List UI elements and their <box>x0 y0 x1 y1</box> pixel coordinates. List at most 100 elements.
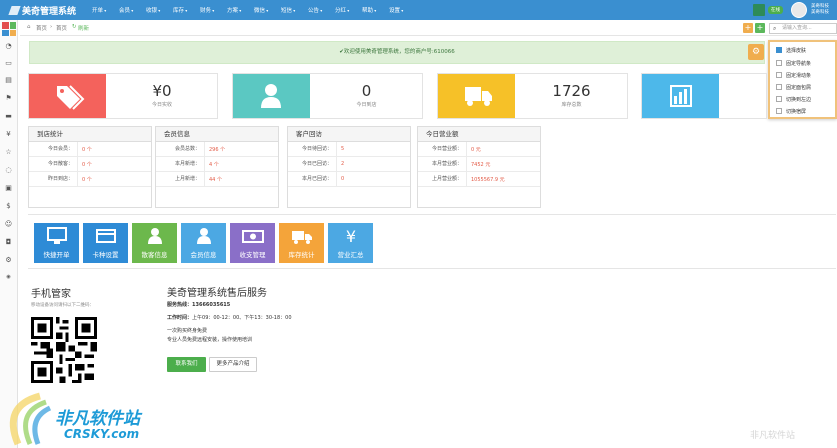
stat-label: 今日到店 <box>356 102 377 108</box>
panel-member-info: 会员信息 会员总数： 296 个 本月新增： 4 个 上月新增： 44 个 <box>155 126 279 208</box>
shortcut-guest-info[interactable]: 散客信息 <box>132 223 177 263</box>
shortcut-business-summary[interactable]: ¥ 营业汇总 <box>328 223 373 263</box>
shortcut-income-expense[interactable]: 收支管理 <box>230 223 275 263</box>
card-icon[interactable]: ▤ <box>3 75 14 86</box>
row-label: 本月新增： <box>156 156 205 172</box>
settings-gear-button[interactable]: ⚙ <box>748 44 764 60</box>
dd-switch-screen[interactable]: 切换宿屏 <box>776 108 806 115</box>
table-row: 上月营业额： 1055567.9 元 <box>418 171 540 187</box>
table-row: 会员总数： 296 个 <box>156 141 278 157</box>
collapse-icon[interactable]: ◉ <box>3 272 14 283</box>
stat-card-inventory[interactable]: 1726 库存总数 <box>437 73 628 119</box>
shortcut-label: 卡种设置 <box>92 251 119 259</box>
search-placeholder: 请输入查询... <box>782 24 812 31</box>
shortcut-inventory-stats[interactable]: 库存统计 <box>279 223 324 263</box>
breadcrumb-home[interactable]: 首页 <box>36 24 47 32</box>
menu-item-finance[interactable]: 财务 <box>200 6 227 14</box>
stat-card-revenue[interactable]: ¥0 今日实收 <box>28 73 218 119</box>
logo-icon <box>8 6 21 15</box>
dd-skin[interactable]: 选择皮肤 <box>776 47 806 54</box>
truck-icon[interactable]: ▬ <box>3 111 14 122</box>
tag-icon <box>29 74 106 118</box>
table-row: 昨日到店： 0 个 <box>29 171 151 187</box>
checkbox-icon[interactable] <box>776 108 782 114</box>
flag-icon[interactable]: ⚑ <box>3 93 14 104</box>
menu-item-wechat[interactable]: 微信 <box>254 6 281 14</box>
dd-fixed-sidebar[interactable]: 固定滑动条 <box>776 72 811 79</box>
refresh-link[interactable]: 刷新 <box>78 24 89 32</box>
stat-card-report[interactable] <box>641 73 767 119</box>
shortcut-member-info[interactable]: 会员信息 <box>181 223 226 263</box>
table-row: 今日散客： 0 个 <box>29 156 151 172</box>
menu-item-help[interactable]: 帮助 <box>362 6 389 14</box>
gift-icon[interactable]: ▣ <box>3 183 14 194</box>
save-icon[interactable]: ◘ <box>3 237 14 248</box>
row-value: 4 个 <box>209 161 219 168</box>
menu-item-member[interactable]: 会员 <box>119 6 146 14</box>
shortcut-bar: 快捷开单 卡种设置 散客信息 会员信息 收支管理 库存统计 ¥ 营业汇总 <box>28 214 836 269</box>
menu-item-notice[interactable]: 公告 <box>308 6 335 14</box>
panel-title: 到店统计 <box>29 127 151 142</box>
monitor-icon <box>46 227 67 244</box>
contact-us-button[interactable]: 联系我们 <box>167 357 206 372</box>
stat-value: 0 <box>361 82 372 100</box>
row-label: 今日已回访： <box>288 156 337 172</box>
settings-dropdown: 选择皮肤 固定导航条 固定滑动条 固定面包屑 切换到左边 切换宿屏 <box>768 40 837 119</box>
row-label: 今日会员： <box>29 141 78 157</box>
checkbox-icon[interactable] <box>776 96 782 102</box>
card-icon <box>95 229 116 243</box>
checkbox-icon[interactable] <box>776 72 782 78</box>
apps-grid-icon[interactable] <box>2 22 16 36</box>
menu-item-inventory[interactable]: 库存 <box>173 6 200 14</box>
refresh-icon[interactable]: ↻ <box>72 24 77 30</box>
menu-item-plan[interactable]: 方案 <box>227 6 254 14</box>
dollar-icon[interactable]: $ <box>3 201 14 212</box>
stat-value: ¥0 <box>152 82 172 100</box>
panel-title: 今日营业额 <box>418 127 540 142</box>
shortcut-quick-billing[interactable]: 快捷开单 <box>34 223 79 263</box>
breadcrumb: ⌂ 首页 › 首页 ↻ 刷新 + + ⌕ 请输入查询... <box>20 20 837 36</box>
checkbox-icon[interactable] <box>776 84 782 90</box>
gear-icon[interactable]: ⚙ <box>3 255 14 266</box>
message-icon[interactable] <box>753 4 765 16</box>
dd-switch-left[interactable]: 切换到左边 <box>776 96 811 103</box>
more-products-button[interactable]: 更多产品介绍 <box>209 357 257 372</box>
search-input[interactable]: ⌕ 请输入查询... <box>769 22 837 34</box>
row-value: 5 <box>341 146 345 152</box>
comments-icon[interactable]: ◌ <box>3 165 14 176</box>
row-value: 0 元 <box>471 146 481 153</box>
sidebar: ◔ ▭ ▤ ⚑ ▬ ¥ ☆ ◌ ▣ $ ☺ ◘ ⚙ ◉ <box>0 20 18 448</box>
shortcut-label: 快捷开单 <box>43 251 70 259</box>
desktop-icon[interactable]: ▭ <box>3 58 14 69</box>
add-item-button[interactable]: + <box>755 23 765 33</box>
menu-item-billing[interactable]: 开单 <box>92 6 119 14</box>
stat-card-visitors[interactable]: 0 今日到店 <box>232 73 423 119</box>
star-icon[interactable]: ☆ <box>3 147 14 158</box>
smile-icon[interactable]: ☺ <box>3 219 14 230</box>
table-row: 本月已回访： 0 <box>288 171 410 187</box>
add-tab-button[interactable]: + <box>743 23 753 33</box>
service-hours: 工作时间：上午09：00-12：00、下午13：30-18：00 <box>167 314 292 321</box>
menu-item-settings[interactable]: 设置 <box>389 6 416 14</box>
color-swatch-icon <box>776 47 782 53</box>
breadcrumb-page[interactable]: 首页 <box>56 24 67 32</box>
menu-item-sms[interactable]: 短信 <box>281 6 308 14</box>
home-icon[interactable]: ⌂ <box>27 24 31 30</box>
dd-fixed-navbar[interactable]: 固定导航条 <box>776 60 811 67</box>
dashboard-icon[interactable]: ◔ <box>3 41 14 52</box>
avatar[interactable] <box>791 2 807 18</box>
menu-item-cashier[interactable]: 收银 <box>146 6 173 14</box>
checkbox-icon[interactable] <box>776 60 782 66</box>
shortcut-card-settings[interactable]: 卡种设置 <box>83 223 128 263</box>
row-label: 今日营业额： <box>418 141 467 157</box>
app-logo[interactable]: 美奇管理系统 <box>8 4 77 17</box>
app-title: 美奇管理系统 <box>22 7 77 17</box>
truck-icon <box>291 231 312 244</box>
dd-fixed-breadcrumb[interactable]: 固定面包屑 <box>776 84 811 91</box>
menu-item-dividend[interactable]: 分红 <box>335 6 362 14</box>
user-menu[interactable]: 美奇科技 美奇科技 <box>811 4 829 16</box>
service-title: 美奇管理系统售后服务 <box>167 288 267 299</box>
row-value: 44 个 <box>209 176 222 183</box>
yen-icon[interactable]: ¥ <box>3 129 14 140</box>
shortcut-label: 营业汇总 <box>337 251 364 259</box>
